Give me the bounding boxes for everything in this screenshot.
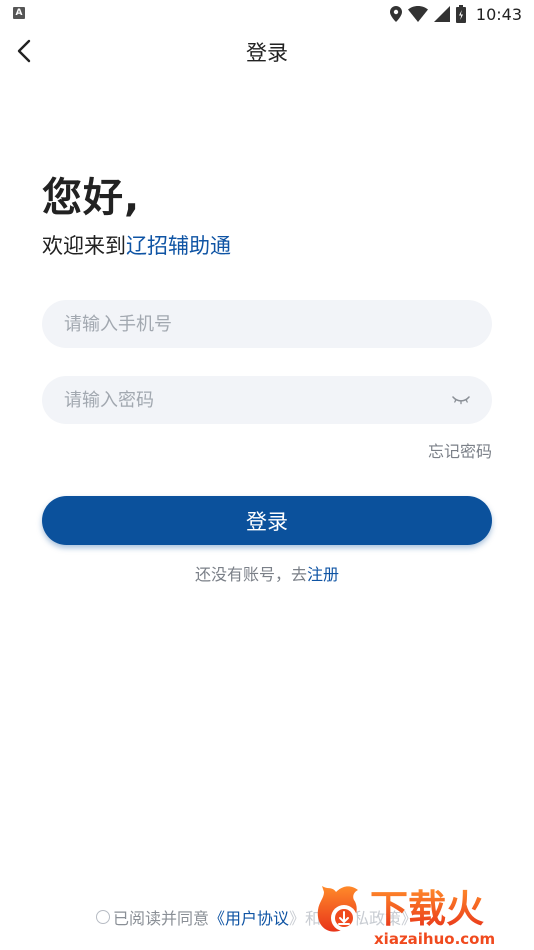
wifi-icon	[407, 6, 428, 22]
login-button[interactable]: 登录	[42, 496, 492, 545]
notification-indicator-icon: A	[13, 7, 25, 19]
register-prefix: 还没有账号，去	[194, 565, 307, 584]
app-name: 辽招辅助通	[126, 234, 231, 258]
welcome-prefix: 欢迎来到	[42, 234, 126, 258]
location-icon	[389, 6, 402, 22]
watermark-brand: 下载火	[370, 887, 484, 931]
user-agreement-link[interactable]: 《用户协议	[209, 905, 289, 929]
password-visibility-toggle[interactable]	[450, 393, 472, 407]
watermark-site: xiazaihuo.com	[374, 930, 495, 948]
status-icons: 10:43	[389, 3, 522, 25]
eye-closed-icon	[452, 396, 470, 405]
welcome-text: 欢迎来到辽招辅助通	[42, 230, 231, 260]
phone-input[interactable]	[62, 312, 472, 336]
watermark-logo: 下载火 xiazaihuo.com	[317, 886, 495, 948]
agreement-checkbox[interactable]	[96, 910, 110, 924]
page-title: 登录	[246, 41, 288, 65]
status-time: 10:43	[475, 4, 522, 24]
agreement-prefix: 已阅读并同意	[113, 909, 210, 928]
battery-icon	[455, 5, 466, 23]
signal-icon	[433, 6, 450, 22]
password-input[interactable]	[62, 388, 450, 412]
greeting-title: 您好,	[42, 175, 141, 221]
login-button-label: 登录	[246, 509, 288, 534]
register-link[interactable]: 注册	[307, 565, 339, 584]
forgot-password-link[interactable]: 忘记密码	[428, 438, 492, 462]
register-prompt: 还没有账号，去注册	[0, 561, 534, 585]
phone-field[interactable]	[42, 300, 492, 348]
status-bar: A 10:43	[0, 0, 534, 28]
password-field[interactable]	[42, 376, 492, 424]
